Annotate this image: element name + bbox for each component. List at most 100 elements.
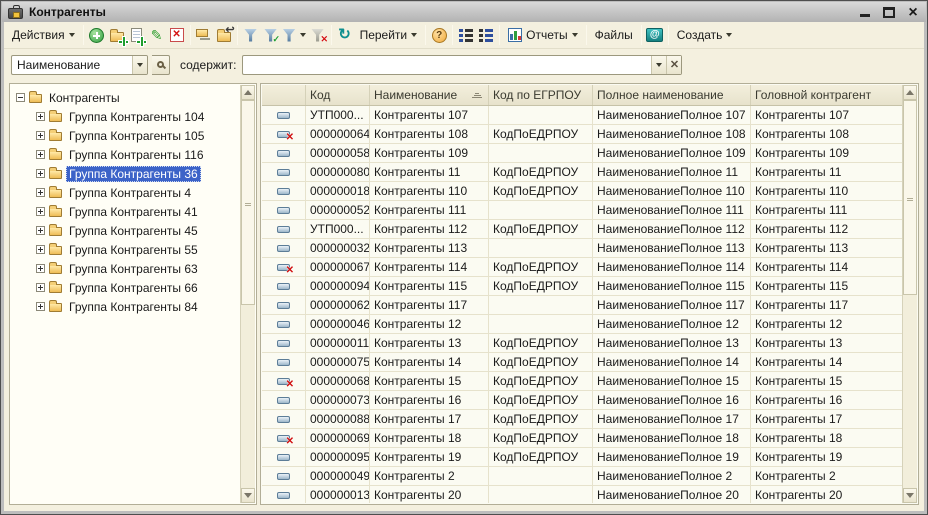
help-button[interactable]: ? [429,24,449,47]
expand-icon[interactable] [36,226,45,235]
table-row[interactable]: ✕ 000000064 Контрагенты 108 КодПоЕДРПОУ … [262,125,902,144]
reports-menu-button[interactable]: Отчеты [503,24,582,47]
search-button[interactable] [152,54,170,75]
scrollbar-thumb[interactable] [903,100,917,295]
cell-egrpou [489,467,593,485]
cell-egrpou [489,239,593,257]
table-row[interactable]: ✕ 000000088 Контрагенты 17 КодПоЕДРПОУ Н… [262,410,902,429]
list-view-button[interactable] [456,24,476,47]
filter-clear-input-button[interactable]: ✕ [666,55,682,74]
tree-group-item[interactable]: Группа Контрагенты 55 [11,240,240,259]
tree-view-button[interactable] [476,24,496,47]
set-filter-button[interactable] [241,24,261,47]
tree-group-item[interactable]: Группа Контрагенты 41 [11,202,240,221]
tree-root-item[interactable]: Контрагенты [11,88,240,107]
expand-icon[interactable] [36,131,45,140]
table-row[interactable]: ✕ 000000018 Контрагенты 110 КодПоЕДРПОУ … [262,182,902,201]
column-header-code[interactable]: Код [306,85,370,105]
tree-group-item[interactable]: Группа Контрагенты 4 [11,183,240,202]
column-header-icon[interactable] [262,85,306,105]
column-header-name[interactable]: Наименование [370,85,489,105]
filter-by-value-button[interactable]: ✓ [261,24,281,47]
collapse-icon[interactable] [16,93,25,102]
tree-group-item[interactable]: Группа Контрагенты 66 [11,278,240,297]
tree-group-item[interactable]: Группа Контрагенты 116 [11,145,240,164]
expand-icon[interactable] [36,188,45,197]
table-row[interactable]: ✕ УТП000... Контрагенты 107 Наименование… [262,106,902,125]
table-row[interactable]: ✕ 000000046 Контрагенты 12 НаименованиеП… [262,315,902,334]
add-group-button[interactable] [107,24,128,47]
tree-group-item[interactable]: Группа Контрагенты 104 [11,107,240,126]
expand-icon[interactable] [36,150,45,159]
folder-icon [49,224,62,236]
maximize-button[interactable] [882,6,896,19]
table-row[interactable]: ✕ 000000058 Контрагенты 109 Наименование… [262,144,902,163]
expand-icon[interactable] [36,207,45,216]
actions-menu-button[interactable]: Действия [7,24,80,47]
table-row[interactable]: ✕ 000000067 Контрагенты 114 КодПоЕДРПОУ … [262,258,902,277]
expand-icon[interactable] [36,245,45,254]
copy-item-button[interactable] [127,24,147,47]
tree-scrollbar[interactable] [240,85,255,503]
tree-group-item[interactable]: Группа Контрагенты 63 [11,259,240,278]
table-row[interactable]: ✕ 000000049 Контрагенты 2 НаименованиеПо… [262,467,902,486]
tree-group-item[interactable]: Группа Контрагенты 36 [11,164,240,183]
expand-icon[interactable] [36,112,45,121]
filter-settings-button[interactable] [281,24,308,47]
expand-icon[interactable] [36,169,45,178]
deletion-mark-icon: ✕ [285,435,294,447]
table-row[interactable]: ✕ 000000011 Контрагенты 13 КодПоЕДРПОУ Н… [262,334,902,353]
table-row[interactable]: ✕ 000000069 Контрагенты 18 КодПоЕДРПОУ Н… [262,429,902,448]
filter-text-input[interactable] [243,55,652,74]
cell-code: 000000095 [306,448,370,466]
column-header-head[interactable]: Головной контрагент [751,85,902,105]
goto-menu-button[interactable]: Перейти [355,24,423,47]
expand-icon[interactable] [36,264,45,273]
scroll-down-button[interactable] [903,488,917,503]
edit-item-button[interactable]: ✎ [147,24,167,47]
expand-icon[interactable] [36,302,45,311]
expand-icon[interactable] [36,283,45,292]
table-row[interactable]: ✕ 000000032 Контрагенты 113 Наименование… [262,239,902,258]
tree-group-item[interactable]: Группа Контрагенты 45 [11,221,240,240]
filter-history-dropdown-button[interactable] [651,55,667,74]
filter-field-combobox[interactable]: Наименование [11,54,148,75]
hierarchy-view-button[interactable] [194,24,214,47]
mail-button[interactable]: @ [645,24,665,47]
table-row[interactable]: ✕ 000000062 Контрагенты 117 Наименование… [262,296,902,315]
move-to-group-button[interactable]: ↩ [214,24,235,47]
files-button[interactable]: Файлы [590,24,638,47]
table-row[interactable]: ✕ 000000013 Контрагенты 20 НаименованиеП… [262,486,902,503]
tree-group-item[interactable]: Группа Контрагенты 105 [11,126,240,145]
table-scrollbar[interactable] [902,85,917,503]
scroll-up-button[interactable] [903,85,917,100]
table-row[interactable]: ✕ 000000052 Контрагенты 111 Наименование… [262,201,902,220]
cell-name: Контрагенты 111 [370,201,489,219]
table-row[interactable]: ✕ 000000094 Контрагенты 115 КодПоЕДРПОУ … [262,277,902,296]
create-menu-button[interactable]: Создать [672,24,738,47]
clear-filter-button[interactable]: ✕ [308,24,328,47]
table-row[interactable]: ✕ 000000073 Контрагенты 16 КодПоЕДРПОУ Н… [262,391,902,410]
table-row[interactable]: ✕ 000000068 Контрагенты 15 КодПоЕДРПОУ Н… [262,372,902,391]
scroll-up-button[interactable] [241,85,255,100]
table-row[interactable]: ✕ 000000075 Контрагенты 14 КодПоЕДРПОУ Н… [262,353,902,372]
tree-group-item[interactable]: Группа Контрагенты 84 [11,297,240,316]
scrollbar-thumb[interactable] [241,100,255,305]
delete-item-button[interactable]: ✕ [167,24,187,47]
scroll-down-button[interactable] [241,488,255,503]
column-header-fullname[interactable]: Полное наименование [593,85,751,105]
tree-group-label: Группа Контрагенты 105 [69,128,205,143]
cell-name: Контрагенты 18 [370,429,489,447]
minimize-button[interactable] [858,6,872,19]
tree-group-label: Группа Контрагенты 84 [69,299,198,314]
table-row[interactable]: ✕ УТП000... Контрагенты 112 КодПоЕДРПОУ … [262,220,902,239]
toolbar-separator [236,25,238,45]
add-item-button[interactable] [87,24,107,47]
close-button[interactable]: × [906,4,920,20]
filter-field-dropdown-button[interactable] [132,55,147,74]
cell-name: Контрагенты 17 [370,410,489,428]
column-header-egrpou[interactable]: Код по ЕГРПОУ [489,85,593,105]
refresh-button[interactable]: ↻ [335,24,355,47]
table-row[interactable]: ✕ 000000080 Контрагенты 11 КодПоЕДРПОУ Н… [262,163,902,182]
table-row[interactable]: ✕ 000000095 Контрагенты 19 КодПоЕДРПОУ Н… [262,448,902,467]
